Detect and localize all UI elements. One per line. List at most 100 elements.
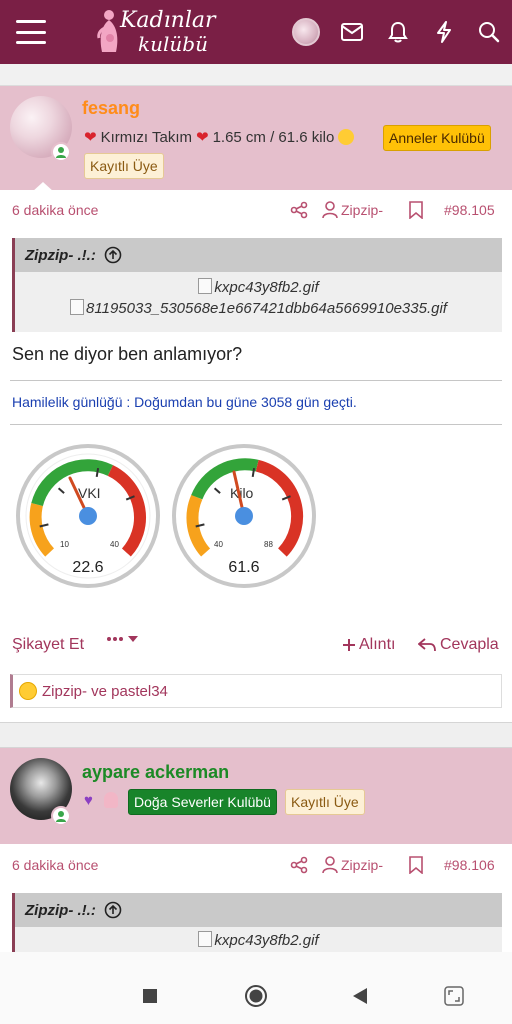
- bell-icon[interactable]: [383, 17, 413, 47]
- share-icon[interactable]: [290, 201, 308, 219]
- badge-anneler-kulubu[interactable]: Anneler Kulübü: [383, 125, 491, 151]
- signature-divider: [10, 380, 502, 381]
- back-button[interactable]: [346, 982, 374, 1010]
- user-avatar[interactable]: [292, 18, 320, 46]
- broken-image-icon: [198, 278, 213, 294]
- tagged-user[interactable]: Zipzip-: [322, 201, 383, 219]
- quote-image-filename: kxpc43y8fb2.gif: [214, 279, 319, 296]
- share-icon[interactable]: [290, 856, 308, 874]
- post-98105: fesang ❤ Kırmızı Takım ❤ 1.65 cm / 61.6 …: [0, 86, 512, 722]
- user-title-team: Kırmızı Takım: [100, 128, 192, 146]
- quote-header[interactable]: Zipzip- .!.:: [15, 238, 502, 272]
- post-user-bar: fesang ❤ Kırmızı Takım ❤ 1.65 cm / 61.6 …: [0, 86, 512, 192]
- tagged-user[interactable]: Zipzip-: [322, 856, 383, 874]
- gauge-max: 40: [110, 540, 119, 549]
- post-separator: [0, 722, 512, 748]
- weight-gauge: Kilo 40 88 61.6: [172, 444, 316, 588]
- user-title-stats: 1.65 cm / 61.6 kilo: [212, 128, 335, 146]
- purple-heart-icon: ♥: [84, 792, 93, 809]
- quote-block: Zipzip- .!.: kxpc43y8fb2.gif 81195033_53…: [12, 238, 502, 332]
- plus-icon: [343, 639, 355, 651]
- quote-button[interactable]: Alıntı: [343, 636, 395, 654]
- user-icon: [322, 201, 338, 219]
- post-meta: 6 dakika önce Zipzip- #98.106: [0, 850, 512, 880]
- menu-icon[interactable]: [16, 20, 46, 44]
- gauge-value: 22.6: [72, 559, 103, 576]
- mail-icon[interactable]: [337, 17, 367, 47]
- gauge-hub: [235, 507, 253, 525]
- reply-button[interactable]: Cevapla: [418, 636, 499, 654]
- quote-image-1: kxpc43y8fb2.gif: [15, 931, 502, 949]
- app-root: Kadınlar kulübü fesang ❤ Kırmızı Takım ❤…: [0, 0, 512, 1024]
- top-navbar: Kadınlar kulübü: [0, 0, 512, 64]
- logo-text-line2: kulübü: [138, 32, 208, 56]
- square-icon: [143, 989, 157, 1003]
- quote-author: Zipzip- .!.:: [25, 246, 96, 264]
- post-number[interactable]: #98.106: [444, 857, 495, 873]
- chevron-down-icon: [128, 636, 138, 642]
- user-title: ❤ Kırmızı Takım ❤ 1.65 cm / 61.6 kilo: [84, 128, 355, 146]
- circle-icon: [245, 985, 267, 1007]
- more-options-button[interactable]: [106, 636, 138, 642]
- online-status-icon: [51, 142, 71, 162]
- online-status-icon: [51, 806, 71, 826]
- gauge-hub: [79, 507, 97, 525]
- quote-block: Zipzip- .!.: kxpc43y8fb2.gif: [12, 893, 502, 953]
- search-icon[interactable]: [474, 17, 504, 47]
- gauge-label: Kilo: [230, 485, 254, 501]
- tagged-user-label: Zipzip-: [341, 857, 384, 873]
- bookmark-icon[interactable]: [408, 201, 424, 219]
- username[interactable]: aypare ackerman: [82, 762, 229, 783]
- post-time[interactable]: 6 dakika önce: [12, 857, 98, 873]
- tagged-user-label: Zipzip-: [341, 202, 384, 218]
- reactions-users: Zipzip- ve pastel34: [42, 682, 168, 700]
- arrow-up-circle-icon[interactable]: [104, 246, 122, 264]
- gauge-min: 10: [60, 540, 69, 549]
- separator-strip: [0, 64, 512, 86]
- site-logo[interactable]: Kadınlar kulübü: [96, 6, 226, 58]
- caret-pointer: [32, 182, 54, 192]
- post-number[interactable]: #98.105: [444, 202, 495, 218]
- post-user-bar: aypare ackerman ♥ Doğa Severler Kulübü K…: [0, 748, 512, 844]
- lightning-icon[interactable]: [429, 17, 459, 47]
- gauge-value: 61.6: [228, 559, 259, 576]
- broken-image-icon: [70, 299, 85, 315]
- logo-figure-icon: [97, 10, 118, 52]
- reply-icon: [418, 638, 436, 652]
- bmi-gauge: VKI 10 40 22.6: [16, 444, 160, 588]
- gauge-max: 88: [264, 540, 273, 549]
- quote-image-2: 81195033_530568e1e667421dbb64a5669910e33…: [15, 299, 502, 317]
- post-meta: 6 dakika önce Zipzip- #98.105: [0, 195, 512, 225]
- grin-emoji-icon: [338, 129, 355, 145]
- laughing-emoji-icon: [19, 682, 37, 700]
- home-button[interactable]: [242, 982, 270, 1010]
- reply-label: Cevapla: [440, 636, 499, 653]
- badge-kayitli-uye: Kayıtlı Üye: [84, 153, 164, 179]
- broken-image-icon: [198, 931, 213, 947]
- heart-icon: ❤: [195, 129, 209, 146]
- heart-icon: ❤: [84, 129, 97, 146]
- report-button[interactable]: Şikayet Et: [12, 636, 84, 654]
- post-actions: Şikayet Et Alıntı Cevapla: [0, 632, 512, 662]
- triangle-back-icon: [353, 988, 367, 1004]
- user-icon: [322, 856, 338, 874]
- logo-text-line1: Kadınlar: [120, 8, 216, 33]
- badge-kayitli-uye: Kayıtlı Üye: [285, 789, 365, 815]
- screenshot-expand-button[interactable]: [440, 982, 468, 1010]
- more-icon: [107, 637, 123, 641]
- post-time[interactable]: 6 dakika önce: [12, 202, 98, 218]
- dancer-emoji-icon: [104, 792, 118, 808]
- post-98106: aypare ackerman ♥ Doğa Severler Kulübü K…: [0, 748, 512, 953]
- quote-author: Zipzip- .!.:: [25, 901, 96, 919]
- reactions-bar[interactable]: Zipzip- ve pastel34: [10, 674, 502, 708]
- badge-doga-severler[interactable]: Doğa Severler Kulübü: [128, 789, 277, 815]
- signature-text: Hamilelik günlüğü : Doğumdan bu güne 305…: [12, 394, 357, 410]
- arrow-up-circle-icon[interactable]: [104, 901, 122, 919]
- quote-header[interactable]: Zipzip- .!.:: [15, 893, 502, 927]
- quote-image-1: kxpc43y8fb2.gif: [15, 278, 502, 296]
- report-label: Şikayet Et: [12, 636, 85, 653]
- username[interactable]: fesang: [82, 98, 140, 119]
- bookmark-icon[interactable]: [408, 856, 424, 874]
- recent-apps-button[interactable]: [136, 982, 164, 1010]
- signature-divider: [10, 424, 502, 425]
